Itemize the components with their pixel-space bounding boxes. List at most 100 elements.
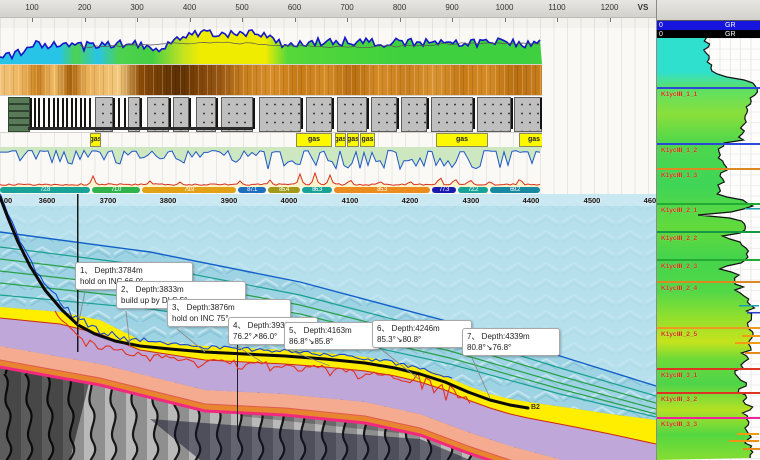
formation-marker-line[interactable] xyxy=(657,259,760,261)
lithology-sand-block xyxy=(514,97,542,132)
depth-ruler-label: 00 xyxy=(0,196,23,205)
lithology-track xyxy=(0,96,542,133)
depth-ruler-label: 3900 xyxy=(214,196,244,205)
lithology-sand-block xyxy=(371,97,397,132)
ruler-tick: 300 xyxy=(123,3,151,12)
inclination-segment: 69.2 xyxy=(490,187,540,193)
gas-show-track: gasgasgasgasgasgasgas xyxy=(0,133,542,147)
lithology-coal-bar xyxy=(30,98,32,129)
lithology-coal-bar xyxy=(124,98,126,129)
formation-marker-line[interactable] xyxy=(657,203,760,205)
ruler-tick: 100 xyxy=(18,3,46,12)
lithology-coal-bar xyxy=(118,98,120,129)
lithology-coal-bar xyxy=(43,98,45,129)
gas-show-box: gas xyxy=(90,133,101,147)
lithology-sand-block xyxy=(259,97,301,132)
formation-marker-label: K1ycⅢ_2_3 xyxy=(661,262,697,270)
lithology-coal-bar xyxy=(84,98,86,129)
lithology-coal-bar xyxy=(301,98,303,129)
lithology-coal-bar xyxy=(71,98,73,129)
inclination-segment: 86.3 xyxy=(302,187,332,193)
ruler-tick: 500 xyxy=(228,3,256,12)
lithology-coal-bar xyxy=(140,98,142,129)
geosteering-app-window: 100200300400500600700800900100011001200 … xyxy=(0,0,760,460)
annotation-callout[interactable]: 6、 Depth:4246m85.3°↘80.8° xyxy=(372,320,472,348)
cuttings-heatmap-track xyxy=(0,65,542,96)
formation-marker-label: K1ycⅢ_2_5 xyxy=(661,330,697,338)
ruler-tick: 200 xyxy=(71,3,99,12)
lithology-coal-bar xyxy=(473,98,475,129)
lithology-sand-block xyxy=(337,97,367,132)
formation-marker-line[interactable] xyxy=(657,231,760,233)
lithology-coal-bar xyxy=(427,98,429,129)
gas-show-box: gas xyxy=(436,133,488,147)
lithology-coal-bar xyxy=(216,98,218,129)
lithology-coal-bar xyxy=(66,98,68,129)
lithology-coal-bar xyxy=(169,98,171,129)
inclination-segment: 72.2 xyxy=(458,187,488,193)
lithology-coal-bar xyxy=(53,98,55,129)
inclination-segment: 85.3 xyxy=(334,187,430,193)
lithology-coal-bar xyxy=(48,98,50,129)
lithology-coal-bar xyxy=(540,98,542,129)
ruler-tick: 1200 xyxy=(596,3,624,12)
lithology-coal-bar xyxy=(80,98,82,129)
ruler-tick: 400 xyxy=(176,3,204,12)
rop-curve-track xyxy=(0,147,542,172)
lithology-coal-bar xyxy=(38,98,40,129)
depth-ruler-label: 4600 xyxy=(637,196,656,205)
lithology-coal-bar xyxy=(253,98,255,129)
formation-marker-label: K1ycⅢ_3_3 xyxy=(661,420,697,428)
annotation-callout[interactable]: 5、 Depth:4163m86.8°↘85.8° xyxy=(284,322,380,350)
lithology-coal-bar xyxy=(62,98,64,129)
lithology-coal-bar xyxy=(397,98,399,129)
lithology-coal-bar xyxy=(75,98,77,129)
annotation-callout[interactable]: 7、 Depth:4339m80.8°↘76.8° xyxy=(462,328,560,356)
formation-marker-line[interactable] xyxy=(657,281,760,283)
lithology-coal-bar xyxy=(332,98,334,129)
formation-marker-line[interactable] xyxy=(657,368,760,370)
gr-track-header-blue[interactable]: 0 GR xyxy=(657,20,760,30)
formation-marker-line[interactable] xyxy=(657,168,760,170)
ruler-tick: 900 xyxy=(438,3,466,12)
formation-marker-line[interactable] xyxy=(657,327,760,329)
formation-marker-label: K1ycⅢ_1_3 xyxy=(661,171,697,179)
lithology-coal-bar xyxy=(189,98,191,129)
seismic-section[interactable]: 0036003700380039004000410042004300440045… xyxy=(0,194,656,460)
gas-show-box: gas xyxy=(360,133,375,147)
trajectory-end-label: B2 xyxy=(531,404,540,411)
formation-marker-label: K1ycⅢ_3_1 xyxy=(661,371,697,379)
inclination-segment: 85.4 xyxy=(268,187,300,193)
depth-ruler-label: 4200 xyxy=(395,196,425,205)
lithology-sand-block xyxy=(477,97,511,132)
gas-show-box: gas xyxy=(335,133,346,147)
depth-ruler-label: 3700 xyxy=(93,196,123,205)
gr-spectral-track xyxy=(0,28,542,65)
gas-show-box: gas xyxy=(519,133,542,147)
lithology-coal-bar xyxy=(113,98,115,129)
depth-ruler-label: 4400 xyxy=(516,196,546,205)
inclination-segment: 87.1 xyxy=(238,187,266,193)
inclination-segment: 71.0 xyxy=(92,187,140,193)
formation-marker-line[interactable] xyxy=(657,392,760,394)
formation-marker-label: K1ycⅢ_2_4 xyxy=(661,284,697,292)
vs-axis-label: VS xyxy=(631,3,655,12)
lithology-coal-bar xyxy=(57,98,59,129)
formation-marker-line[interactable] xyxy=(657,417,760,419)
lithology-sand-block xyxy=(306,97,332,132)
inclination-segment-bar: 72.871.079.987.185.486.385.377.372.269.2 xyxy=(0,187,542,194)
ruler-tick: 1000 xyxy=(491,3,519,12)
formation-marker-line[interactable] xyxy=(657,143,760,145)
inclination-segment: 77.3 xyxy=(432,187,456,193)
formation-marker-line[interactable] xyxy=(657,87,760,89)
lithology-shale-block xyxy=(8,97,30,132)
inclination-segment: 72.8 xyxy=(0,187,90,193)
ruler-tick: 800 xyxy=(386,3,414,12)
formation-marker-label: K1ycⅢ_1_1 xyxy=(661,90,697,98)
lithology-sand-block xyxy=(431,97,473,132)
depth-ruler-label: 4500 xyxy=(577,196,607,205)
inclination-segment: 79.9 xyxy=(142,187,236,193)
gr-panel-cap xyxy=(657,0,760,20)
formation-marker-label: K1ycⅢ_1_2 xyxy=(661,146,697,154)
depth-ruler-label: 3600 xyxy=(32,196,62,205)
